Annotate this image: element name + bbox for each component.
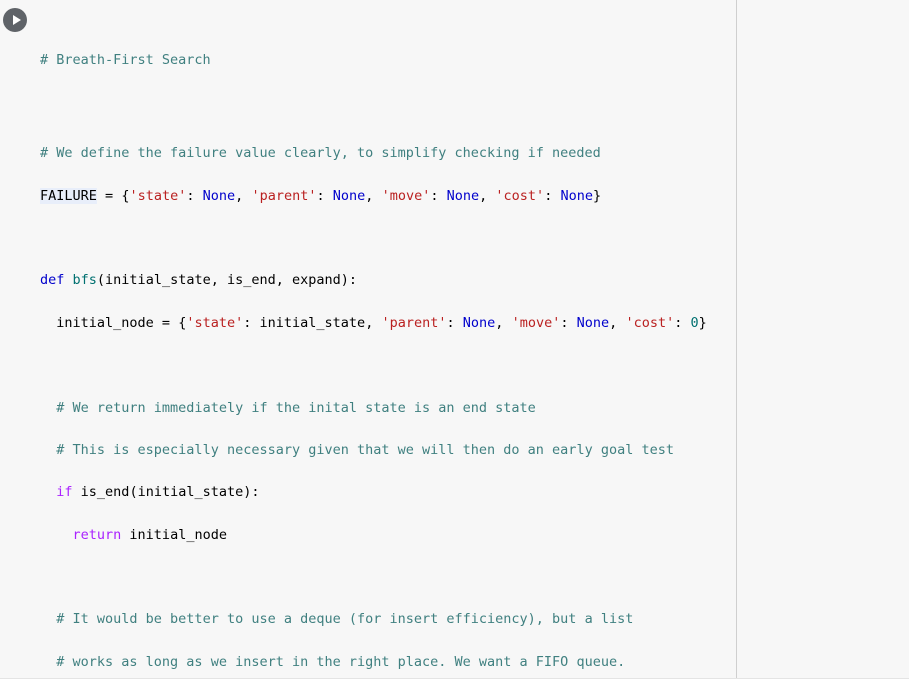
code-line: # We define the failure value clearly, t… <box>40 145 601 162</box>
code-line: def bfs(initial_state, is_end, expand): <box>40 272 358 289</box>
code-line: # This is especially necessary given tha… <box>56 441 674 458</box>
code-editor-content[interactable]: # Breath-First Search # We define the fa… <box>40 0 909 678</box>
code-line: # We return immediately if the inital st… <box>56 399 536 416</box>
code-cell[interactable]: # Breath-First Search # We define the fa… <box>0 0 909 679</box>
play-triangle-icon <box>12 15 21 25</box>
code-line: # It would be better to use a deque (for… <box>56 611 634 628</box>
run-cell-button[interactable] <box>3 8 27 32</box>
code-line: if is_end(initial_state): <box>56 484 260 501</box>
code-line: # works as long as we insert in the righ… <box>56 653 626 670</box>
code-line: return initial_node <box>72 526 227 543</box>
code-line: initial_node = {'state': initial_state, … <box>40 314 707 331</box>
code-line: # Breath-First Search <box>40 52 211 69</box>
code-line: FAILURE = {'state': None, 'parent': None… <box>40 187 602 204</box>
cell-gutter <box>0 0 36 678</box>
